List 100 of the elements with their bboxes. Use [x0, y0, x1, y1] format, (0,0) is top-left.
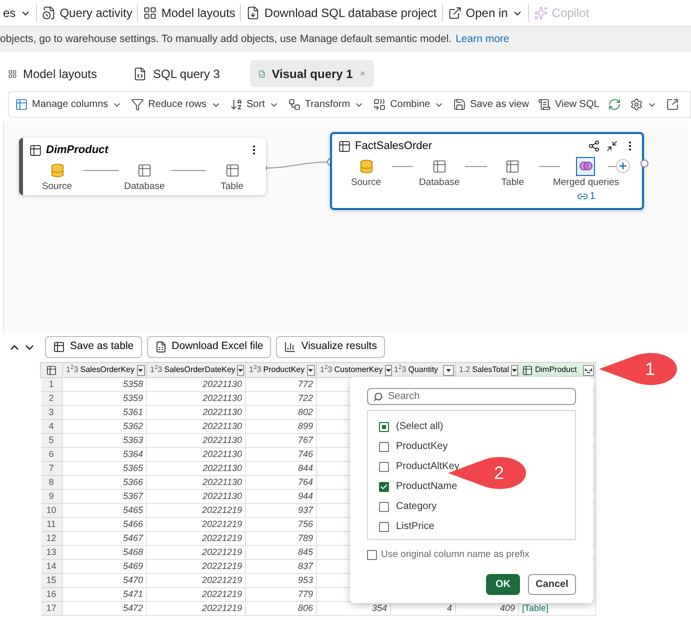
results-button[interactable]: Visualize results	[276, 336, 385, 358]
table-icon	[15, 98, 28, 111]
export-icon	[666, 98, 680, 111]
table-cell: 20221130	[146, 406, 246, 420]
results-button[interactable]: Download Excel file	[146, 336, 272, 358]
caret-icon	[386, 368, 391, 372]
row-number: 15	[40, 574, 62, 588]
column-dropdown[interactable]	[136, 364, 145, 376]
share-icon[interactable]	[588, 140, 600, 152]
column-dropdown[interactable]	[306, 364, 315, 376]
sparkle-icon	[534, 6, 548, 20]
query-node[interactable]: DimProduct Source Database Table	[19, 138, 266, 195]
table-icon	[505, 158, 520, 174]
table-cell: 5364	[62, 448, 146, 462]
column-header[interactable]: 1$^{2}$3 SalesOrderDateKey	[146, 362, 246, 378]
results-button[interactable]: Save as table	[45, 336, 142, 358]
table-icon	[432, 158, 447, 174]
collapse-icon[interactable]	[606, 140, 618, 152]
ok-button[interactable]: OK	[486, 574, 520, 596]
table-cell: 20221130	[146, 476, 246, 490]
cancel-button[interactable]: Cancel	[528, 574, 576, 596]
table-cell: 20221219	[146, 588, 246, 602]
table-cell: 20221219	[146, 546, 246, 560]
table-cell: 20221219	[146, 602, 246, 616]
link-count[interactable]: 1	[576, 188, 596, 204]
ribbon-button[interactable]: View SQL	[538, 97, 600, 112]
table-cell: 5361	[62, 406, 146, 420]
step-button[interactable]	[576, 156, 596, 176]
checkbox[interactable]	[379, 442, 389, 452]
table-cell: 756	[246, 518, 316, 532]
table-cell: 722	[246, 392, 316, 406]
learn-more-link[interactable]: Learn more	[456, 32, 510, 48]
sort-icon	[230, 98, 243, 111]
select-all-cell[interactable]	[40, 362, 62, 378]
table-cell: 779	[246, 588, 316, 602]
ribbon-button[interactable]: Combine	[373, 97, 444, 112]
caret-icon	[238, 368, 244, 372]
column-header[interactable]: 1$^{2}$3 ProductKey	[246, 362, 316, 378]
checkbox[interactable]	[379, 422, 389, 432]
ribbon-button[interactable]: Reduce rows	[131, 97, 221, 112]
toolbar-button[interactable]: es	[0, 1, 36, 25]
caret-icon	[308, 368, 314, 372]
column-header[interactable]: 1$^{2}$3 SalesOrderKey	[62, 362, 146, 378]
ribbon-button[interactable]: Sort	[230, 97, 279, 112]
tab[interactable]: Visual query 1	[250, 60, 374, 87]
table-icon	[46, 364, 57, 376]
table-cell: 5472	[62, 602, 146, 616]
step-label: Source	[350, 176, 382, 188]
row-number: 11	[40, 518, 62, 532]
ribbon-button[interactable]: Save as view	[453, 97, 530, 112]
table-icon	[137, 162, 152, 178]
option-label: ProductAltKey	[396, 460, 460, 474]
export-button[interactable]	[666, 98, 680, 111]
add-step-button[interactable]	[616, 158, 630, 172]
option-label: ProductName	[396, 480, 458, 494]
toolbar-button[interactable]: Query activity	[36, 1, 138, 25]
table-cell: 806	[246, 602, 316, 616]
clock-file-icon	[42, 6, 56, 20]
refresh-icon	[608, 98, 622, 111]
checkbox[interactable]	[379, 502, 389, 512]
table-icon	[522, 364, 533, 376]
column-header[interactable]: DimProduct	[518, 362, 596, 378]
expand-column-button[interactable]	[583, 364, 594, 376]
row-number: 5	[40, 434, 62, 448]
checkbox[interactable]	[379, 522, 389, 532]
toolbar-button[interactable]: Model layouts	[138, 1, 240, 25]
callout-number: 1	[645, 358, 656, 380]
column-dropdown[interactable]	[511, 364, 518, 376]
table-icon	[338, 140, 351, 153]
column-dropdown[interactable]	[384, 364, 392, 376]
settings-button[interactable]	[630, 98, 658, 111]
checkbox[interactable]	[379, 462, 389, 472]
toolbar-button[interactable]: Open in	[442, 1, 528, 25]
tab[interactable]: Model layouts	[0, 60, 105, 87]
query-node[interactable]: FactSalesOrder Source Database Table Merged queries 1	[330, 132, 644, 210]
toolbar-button[interactable]: Download SQL database project	[241, 1, 442, 25]
table-icon	[29, 144, 42, 157]
refresh-button[interactable]	[608, 98, 622, 111]
row-number: 2	[40, 392, 62, 406]
info-message: objects, go to warehouse settings. To manually add objects, use Manage default semantic model.	[0, 32, 452, 47]
table-cell: 5466	[62, 518, 146, 532]
tab[interactable]: SQL query 3	[125, 60, 230, 87]
checkbox[interactable]	[367, 550, 377, 560]
type-label: 1$^{2}$3	[150, 364, 162, 376]
column-dropdown[interactable]	[443, 364, 454, 376]
checkbox[interactable]	[379, 482, 389, 492]
save-icon	[453, 98, 466, 111]
column-dropdown[interactable]	[237, 364, 244, 376]
download-icon	[246, 6, 260, 20]
square-mark	[382, 424, 386, 428]
ribbon-button[interactable]: Transform	[288, 97, 364, 112]
table-icon	[53, 341, 65, 353]
ribbon-button[interactable]: Manage columns	[15, 97, 122, 112]
column-name: DimProduct	[535, 364, 577, 376]
row-number: 8	[40, 476, 62, 490]
output-port	[640, 159, 649, 168]
table-cell: 944	[246, 490, 316, 504]
search-field[interactable]: Search	[367, 388, 576, 405]
table-cell: 953	[246, 574, 316, 588]
row-number: 4	[40, 420, 62, 434]
